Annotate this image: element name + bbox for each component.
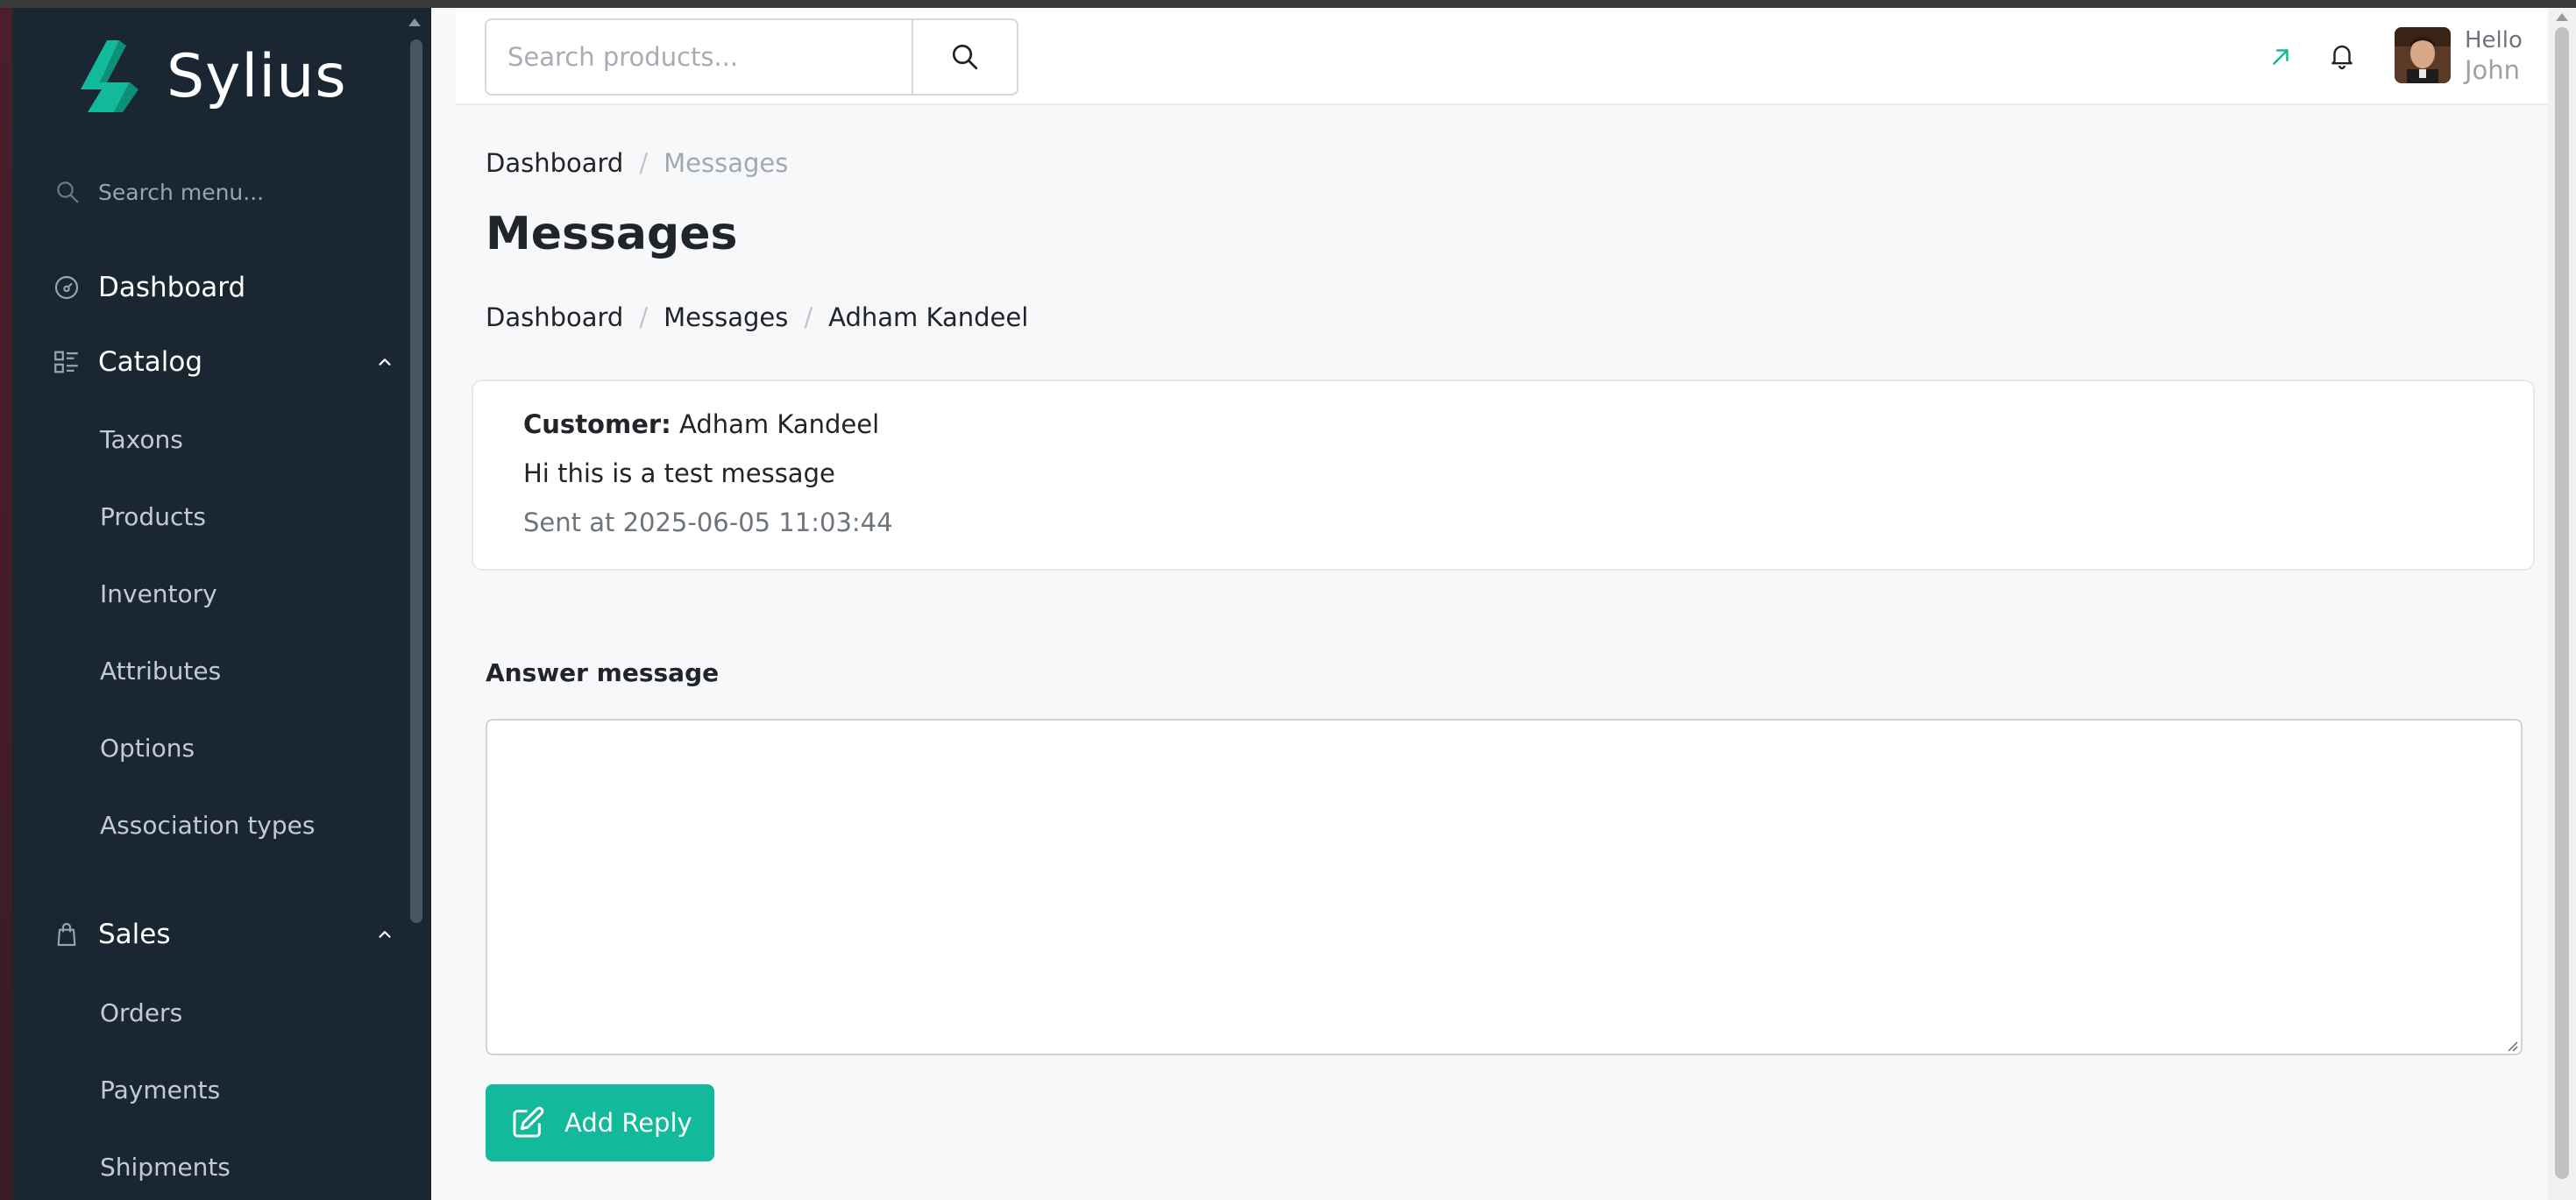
sidebar-item-taxons[interactable]: Taxons bbox=[100, 418, 183, 460]
breadcrumb-dashboard[interactable]: Dashboard bbox=[486, 302, 623, 332]
sidebar-search-input[interactable] bbox=[98, 179, 379, 205]
message-timestamp: Sent at 2025-06-05 11:03:44 bbox=[523, 508, 893, 537]
breadcrumb-separator: / bbox=[639, 148, 649, 178]
greeting-text: Hello bbox=[2465, 27, 2523, 53]
external-arrow-icon bbox=[2273, 49, 2289, 65]
shopping-bag-icon bbox=[51, 919, 82, 950]
sidebar-item-catalog[interactable]: Catalog bbox=[39, 337, 407, 387]
sidebar-item-attributes[interactable]: Attributes bbox=[100, 650, 221, 692]
answer-textarea[interactable] bbox=[486, 719, 2523, 1055]
breadcrumb-current: Messages bbox=[664, 148, 789, 178]
user-name: John bbox=[2465, 55, 2521, 85]
brand-logo[interactable]: Sylius bbox=[81, 32, 347, 120]
breadcrumb-separator: / bbox=[804, 302, 813, 332]
search-button[interactable] bbox=[912, 18, 1018, 96]
bell-icon bbox=[2331, 45, 2352, 70]
customer-line: Customer: Adham Kandeel bbox=[523, 409, 879, 439]
user-greeting[interactable]: Hello John bbox=[2465, 25, 2523, 85]
sidebar-item-payments[interactable]: Payments bbox=[100, 1069, 220, 1111]
sidebar-item-association-types[interactable]: Association types bbox=[100, 804, 315, 846]
avatar[interactable] bbox=[2395, 27, 2451, 83]
chevron-up-icon[interactable] bbox=[375, 352, 394, 372]
product-search bbox=[485, 18, 912, 96]
desktop-background bbox=[0, 8, 12, 1200]
scroll-up-arrow[interactable] bbox=[2556, 13, 2568, 21]
sylius-logo-icon bbox=[81, 40, 138, 112]
search-icon bbox=[57, 181, 79, 203]
sidebar-item-label: Sales bbox=[98, 919, 171, 950]
sidebar-item-sales[interactable]: Sales bbox=[39, 909, 407, 960]
resize-handle-icon[interactable] bbox=[2503, 1037, 2519, 1053]
sidebar-item-inventory[interactable]: Inventory bbox=[100, 572, 217, 614]
user-photo bbox=[2395, 27, 2451, 83]
customer-label: Customer: bbox=[523, 409, 671, 439]
sidebar-item-products[interactable]: Products bbox=[100, 495, 206, 537]
open-shop-link[interactable] bbox=[2263, 39, 2298, 75]
add-reply-label: Add Reply bbox=[564, 1108, 692, 1138]
search-icon bbox=[952, 44, 978, 70]
sidebar-item-options[interactable]: Options bbox=[100, 727, 195, 769]
dashboard-icon bbox=[51, 272, 82, 303]
breadcrumb-messages[interactable]: Messages bbox=[664, 302, 788, 332]
sidebar-item-orders[interactable]: Orders bbox=[100, 991, 182, 1033]
breadcrumb-dashboard[interactable]: Dashboard bbox=[486, 148, 623, 178]
breadcrumb-current: Adham Kandeel bbox=[828, 302, 1029, 332]
main-content: Hello John Dashboard / Messages Messages… bbox=[431, 8, 2548, 1200]
edit-icon bbox=[513, 1106, 544, 1138]
page-scrollbar[interactable] bbox=[2548, 8, 2576, 1200]
sidebar-scrollbar[interactable] bbox=[410, 39, 422, 923]
brand-name: Sylius bbox=[167, 41, 347, 111]
sidebar-search[interactable] bbox=[44, 167, 394, 217]
notifications-button[interactable] bbox=[2323, 36, 2361, 75]
message-body: Hi this is a test message bbox=[523, 458, 835, 488]
message-breadcrumb: Dashboard / Messages / Adham Kandeel bbox=[486, 302, 1028, 332]
answer-label: Answer message bbox=[486, 658, 720, 687]
page-scrollbar-thumb[interactable] bbox=[2555, 27, 2569, 1179]
sidebar-item-label: Dashboard bbox=[98, 272, 246, 303]
sidebar: Sylius Dashboard bbox=[12, 8, 431, 1200]
list-details-icon bbox=[51, 346, 82, 378]
message-card: Customer: Adham Kandeel Hi this is a tes… bbox=[472, 380, 2535, 571]
sidebar-item-shipments[interactable]: Shipments bbox=[100, 1146, 231, 1188]
page-title: Messages bbox=[486, 208, 738, 260]
window-top-strip bbox=[0, 0, 2576, 8]
sidebar-item-label: Catalog bbox=[98, 346, 203, 378]
top-header: Hello John bbox=[456, 8, 2548, 105]
add-reply-button[interactable]: Add Reply bbox=[486, 1084, 714, 1161]
product-search-input[interactable] bbox=[507, 42, 893, 72]
customer-name: Adham Kandeel bbox=[678, 409, 880, 439]
chevron-up-icon[interactable] bbox=[375, 925, 394, 944]
sidebar-scroll-up-arrow[interactable] bbox=[408, 18, 421, 26]
breadcrumb: Dashboard / Messages bbox=[486, 148, 788, 178]
sidebar-item-dashboard[interactable]: Dashboard bbox=[39, 262, 407, 313]
breadcrumb-separator: / bbox=[639, 302, 649, 332]
